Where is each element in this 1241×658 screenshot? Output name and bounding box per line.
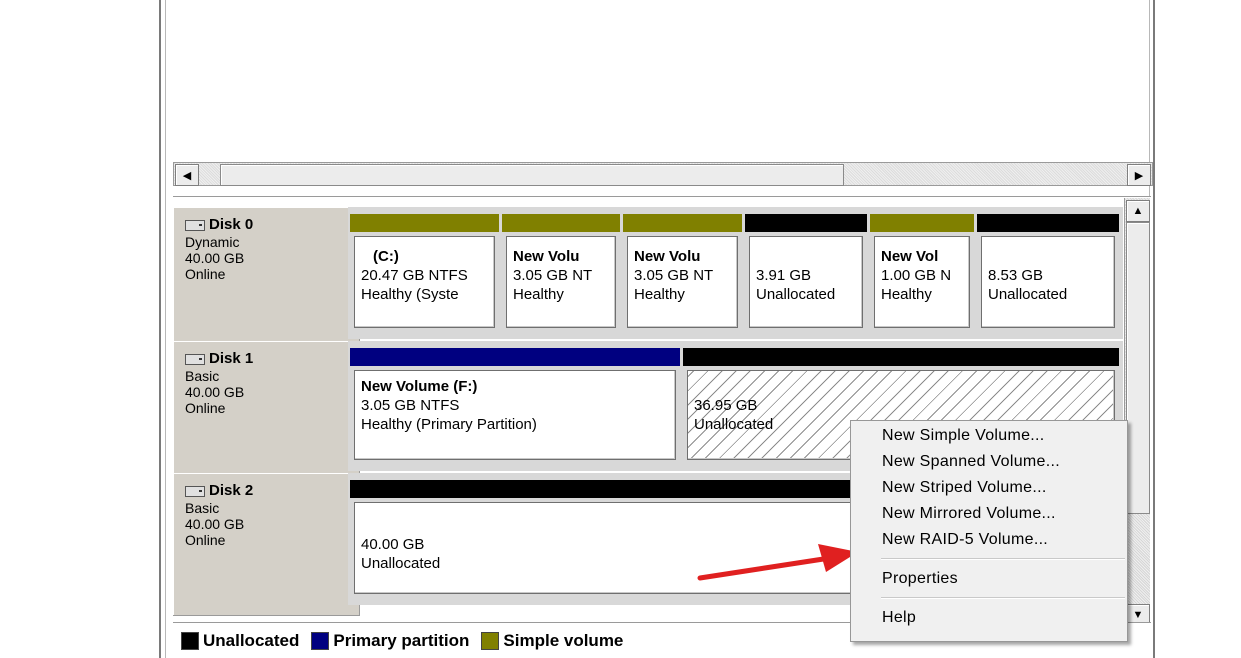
partition-status: Healthy (Primary Partition) xyxy=(361,416,537,433)
disk-type: Basic xyxy=(185,500,220,516)
legend-item-unallocated: Unallocated xyxy=(181,631,299,651)
partition-new-volume-2[interactable]: New Volu 3.05 GB NT Healthy xyxy=(623,214,742,334)
red-arrow-annotation xyxy=(697,544,858,581)
partition-unallocated-2[interactable]: 8.53 GB Unallocated xyxy=(977,214,1119,334)
hard-disk-icon xyxy=(185,485,205,497)
vertical-scroll-thumb[interactable] xyxy=(1126,222,1150,514)
legend-item-simple: Simple volume xyxy=(481,631,623,651)
partition-bar xyxy=(683,348,1119,366)
partition-box: (C:) 20.47 GB NTFS Healthy (Syste xyxy=(354,236,495,328)
hard-disk-icon xyxy=(185,353,205,365)
legend-label: Primary partition xyxy=(333,630,470,650)
partition-box: New Vol 1.00 GB N Healthy xyxy=(874,236,970,328)
partition-box: 3.91 GB Unallocated xyxy=(749,236,863,328)
arrow-shaft xyxy=(697,555,833,581)
disk-size: 40.00 GB xyxy=(185,384,245,400)
partition-status: Healthy xyxy=(513,286,564,303)
partition-bar xyxy=(977,214,1119,232)
disk-0-partitions: (C:) 20.47 GB NTFS Healthy (Syste New Vo… xyxy=(348,207,1123,339)
partition-bar xyxy=(350,214,499,232)
partition-c[interactable]: (C:) 20.47 GB NTFS Healthy (Syste xyxy=(350,214,499,334)
partition-size: 3.05 GB NTFS xyxy=(361,397,460,414)
partition-bar xyxy=(623,214,742,232)
arrow-down-icon: ▼ xyxy=(1132,609,1144,621)
disk-label-2[interactable]: Disk 2 Basic 40.00 GB Online xyxy=(173,473,360,616)
partition-status: Healthy (Syste xyxy=(361,286,459,303)
menu-separator xyxy=(881,597,1125,599)
partition-size: 20.47 GB NTFS xyxy=(361,267,468,284)
partition-size: 36.95 GB xyxy=(694,397,758,414)
menu-item-new-mirrored-volume[interactable]: New Mirrored Volume... xyxy=(851,501,1127,527)
partition-size: 3.05 GB NT xyxy=(513,267,593,284)
disk-type: Basic xyxy=(185,368,220,384)
legend-swatch xyxy=(311,631,330,650)
horizontal-scrollbar[interactable]: ◀ ▶ xyxy=(173,162,1153,186)
partition-box: New Volu 3.05 GB NT Healthy xyxy=(506,236,616,328)
partition-title: New Vol xyxy=(881,248,939,265)
partition-size: 1.00 GB N xyxy=(881,267,952,284)
disk-status: Online xyxy=(185,400,226,416)
partition-new-volume-3[interactable]: New Vol 1.00 GB N Healthy xyxy=(870,214,974,334)
horizontal-scroll-thumb[interactable] xyxy=(220,164,844,186)
partition-box: New Volu 3.05 GB NT Healthy xyxy=(627,236,738,328)
partition-size: 8.53 GB xyxy=(988,267,1044,284)
menu-item-new-spanned-volume[interactable]: New Spanned Volume... xyxy=(851,449,1127,475)
partition-status: Unallocated xyxy=(756,286,836,303)
context-menu: New Simple Volume... New Spanned Volume.… xyxy=(850,420,1128,642)
hard-disk-icon xyxy=(185,219,205,231)
legend-swatch xyxy=(481,631,500,650)
frame-divider-left xyxy=(165,0,166,658)
arrow-left-icon: ◀ xyxy=(182,169,192,182)
legend-label: Simple volume xyxy=(503,630,624,650)
disk-label-1[interactable]: Disk 1 Basic 40.00 GB Online xyxy=(173,341,360,482)
partition-bar xyxy=(745,214,867,232)
partition-bar xyxy=(870,214,974,232)
menu-item-new-raid5-volume[interactable]: New RAID-5 Volume... xyxy=(851,527,1127,553)
partition-title: New Volu xyxy=(513,248,580,265)
partition-size: 3.91 GB xyxy=(756,267,812,284)
disk-status: Online xyxy=(185,266,226,282)
partition-size: 3.05 GB NT xyxy=(634,267,714,284)
legend-item-primary: Primary partition xyxy=(311,631,469,651)
partition-title: New Volu xyxy=(634,248,701,265)
disk-type: Dynamic xyxy=(185,234,240,250)
menu-item-new-striped-volume[interactable]: New Striped Volume... xyxy=(851,475,1127,501)
partition-box: 8.53 GB Unallocated xyxy=(981,236,1115,328)
menu-separator xyxy=(881,558,1125,560)
partition-bar xyxy=(502,214,620,232)
partition-title: (C:) xyxy=(373,248,399,265)
disk-size: 40.00 GB xyxy=(185,250,245,266)
partition-status: Unallocated xyxy=(988,286,1068,303)
partition-bar xyxy=(350,348,680,366)
menu-item-new-simple-volume[interactable]: New Simple Volume... xyxy=(851,423,1127,449)
arrow-up-icon: ▲ xyxy=(1132,205,1144,217)
scroll-left-button[interactable]: ◀ xyxy=(175,164,199,186)
partition-status: Healthy xyxy=(881,286,932,303)
disk-name: Disk 0 xyxy=(209,216,254,233)
disk-status: Online xyxy=(185,532,226,548)
legend-swatch xyxy=(181,631,199,650)
partition-unallocated-1[interactable]: 3.91 GB Unallocated xyxy=(745,214,867,334)
scroll-up-button[interactable]: ▲ xyxy=(1126,200,1150,222)
partition-box: New Volume (F:) 3.05 GB NTFS Healthy (Pr… xyxy=(354,370,676,460)
menu-item-properties[interactable]: Properties xyxy=(851,566,1127,592)
menu-item-help[interactable]: Help xyxy=(851,605,1127,631)
partition-status: Healthy xyxy=(634,286,685,303)
disk-size: 40.00 GB xyxy=(185,516,245,532)
disk-label-0[interactable]: Disk 0 Dynamic 40.00 GB Online xyxy=(173,207,360,350)
partition-title: New Volume (F:) xyxy=(361,378,478,395)
partition-f[interactable]: New Volume (F:) 3.05 GB NTFS Healthy (Pr… xyxy=(350,348,680,466)
disk-row-0: Disk 0 Dynamic 40.00 GB Online (C:) 20.4… xyxy=(173,207,1123,350)
legend-label: Unallocated xyxy=(203,630,300,650)
partition-new-volume-1[interactable]: New Volu 3.05 GB NT Healthy xyxy=(502,214,620,334)
scroll-right-button[interactable]: ▶ xyxy=(1127,164,1151,186)
disk-name: Disk 2 xyxy=(209,482,254,499)
disk-name: Disk 1 xyxy=(209,350,254,367)
arrow-right-icon: ▶ xyxy=(1134,169,1144,182)
